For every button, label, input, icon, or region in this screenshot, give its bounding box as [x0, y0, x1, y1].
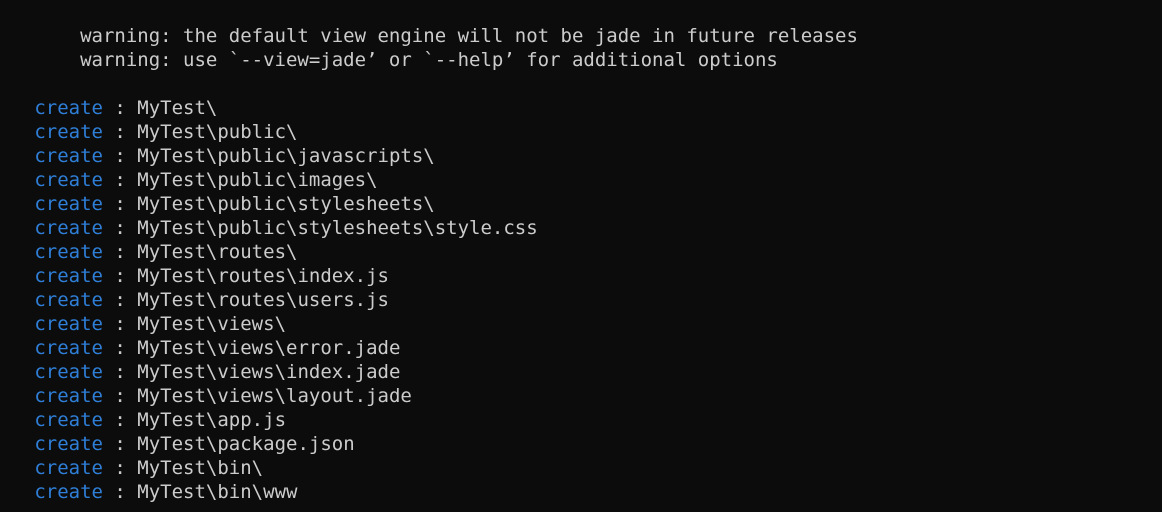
create-separator: : [102, 385, 138, 407]
create-line: create : MyTest\views\layout.jade [0, 384, 858, 408]
create-separator: : [102, 433, 138, 455]
create-line: create : MyTest\app.js [0, 408, 858, 432]
create-keyword: create [34, 313, 103, 335]
create-keyword: create [34, 457, 103, 479]
create-path: MyTest\public\images\ [137, 169, 378, 191]
create-path: MyTest\app.js [137, 409, 287, 431]
create-keyword: create [34, 97, 103, 119]
create-path: MyTest\views\error.jade [137, 337, 401, 359]
create-separator: : [102, 289, 138, 311]
create-keyword: create [34, 265, 103, 287]
create-separator: : [102, 409, 138, 431]
create-keyword: create [34, 169, 103, 191]
create-path: MyTest\views\index.jade [137, 361, 401, 383]
create-separator: : [102, 145, 138, 167]
create-separator: : [102, 217, 138, 239]
create-separator: : [102, 121, 138, 143]
create-separator: : [102, 481, 138, 503]
create-keyword: create [34, 433, 103, 455]
create-path: MyTest\routes\index.js [137, 265, 389, 287]
create-line: create : MyTest\public\javascripts\ [0, 144, 858, 168]
create-separator: : [102, 169, 138, 191]
create-line: create : MyTest\public\stylesheets\style… [0, 216, 858, 240]
create-path: MyTest\bin\www [137, 481, 298, 503]
create-line: create : MyTest\ [0, 96, 858, 120]
terminal-screen-buffer[interactable]: warning: the default view engine will no… [0, 0, 858, 504]
create-line: create : MyTest\views\ [0, 312, 858, 336]
create-separator: : [102, 97, 138, 119]
create-path: MyTest\public\javascripts\ [137, 145, 435, 167]
create-separator: : [102, 337, 138, 359]
create-keyword: create [34, 361, 103, 383]
create-line: create : MyTest\public\stylesheets\ [0, 192, 858, 216]
create-line: create : MyTest\routes\users.js [0, 288, 858, 312]
create-keyword: create [34, 289, 103, 311]
create-line: create : MyTest\bin\www [0, 480, 858, 504]
create-path: MyTest\package.json [137, 433, 355, 455]
create-separator: : [102, 241, 138, 263]
create-separator: : [102, 361, 138, 383]
warning-text: warning: the default view engine will no… [68, 25, 858, 47]
terminal-window[interactable]: warning: the default view engine will no… [0, 0, 1162, 512]
warning-line: warning: the default view engine will no… [0, 0, 858, 47]
create-keyword: create [34, 337, 103, 359]
create-line: create : MyTest\views\error.jade [0, 336, 858, 360]
create-keyword: create [34, 409, 103, 431]
create-path: MyTest\public\stylesheets\ [137, 193, 435, 215]
create-separator: : [102, 313, 138, 335]
create-path: MyTest\views\ [137, 313, 287, 335]
create-separator: : [102, 265, 138, 287]
create-keyword: create [34, 481, 103, 503]
create-line: create : MyTest\routes\ [0, 240, 858, 264]
create-path: MyTest\public\ [137, 121, 298, 143]
create-output-block: create : MyTest\ create : MyTest\public\… [0, 96, 858, 504]
create-keyword: create [34, 193, 103, 215]
create-line: create : MyTest\public\ [0, 120, 858, 144]
create-keyword: create [34, 145, 103, 167]
create-path: MyTest\bin\ [137, 457, 264, 479]
create-separator: : [102, 193, 138, 215]
create-line: create : MyTest\package.json [0, 432, 858, 456]
create-path: MyTest\routes\users.js [137, 289, 389, 311]
create-path: MyTest\ [137, 97, 218, 119]
warning-text: warning: use `--view=jade’ or `--help’ f… [68, 49, 778, 71]
create-separator: : [102, 457, 138, 479]
create-path: MyTest\views\layout.jade [137, 385, 412, 407]
create-line: create : MyTest\views\index.jade [0, 360, 858, 384]
create-path: MyTest\routes\ [137, 241, 298, 263]
create-keyword: create [34, 241, 103, 263]
create-line: create : MyTest\routes\index.js [0, 264, 858, 288]
create-line: create : MyTest\bin\ [0, 456, 858, 480]
create-line: create : MyTest\public\images\ [0, 168, 858, 192]
create-keyword: create [34, 385, 103, 407]
create-keyword: create [34, 121, 103, 143]
create-path: MyTest\public\stylesheets\style.css [137, 217, 538, 239]
create-keyword: create [34, 217, 103, 239]
